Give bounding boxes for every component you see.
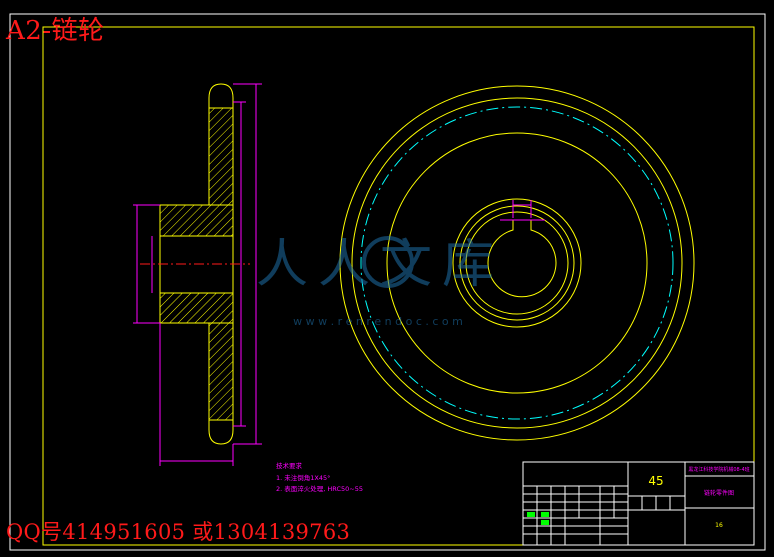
school-name: 黑龙江科技学院机械08-4班 — [688, 466, 749, 473]
watermark-text: 人人文库 — [256, 235, 504, 295]
sheet-code: 16 — [715, 522, 723, 529]
lower-tooth-outline — [208, 429, 234, 445]
dimensions — [133, 83, 262, 466]
cad-drawing-canvas: 技术要求 1. 未注倒角1X45° 2. 表面淬火处理, HRC50~55 45 — [9, 13, 766, 551]
material-value: 45 — [648, 474, 663, 488]
technical-notes: 技术要求 1. 未注倒角1X45° 2. 表面淬火处理, HRC50~55 — [276, 461, 363, 493]
notes-line-1: 1. 未注倒角1X45° — [276, 473, 330, 482]
watermark: 人人文库 w w w . r e n r e n d o c . c o m — [256, 235, 504, 328]
notes-heading: 技术要求 — [276, 461, 303, 470]
sheet-title: A2-链轮 — [6, 16, 105, 46]
drawing-name: 链轮零件图 — [704, 489, 734, 497]
watermark-url: w w w . r e n r e n d o c . c o m — [293, 315, 463, 328]
contact-info: QQ号414951605 或1304139763 — [6, 520, 351, 544]
notes-line-2: 2. 表面淬火处理, HRC50~55 — [276, 484, 363, 493]
title-block — [522, 461, 755, 546]
upper-tooth-outline — [208, 83, 234, 99]
title-block-text: 45 黑龙江科技学院机械08-4班 链轮零件图 16 — [648, 466, 749, 529]
